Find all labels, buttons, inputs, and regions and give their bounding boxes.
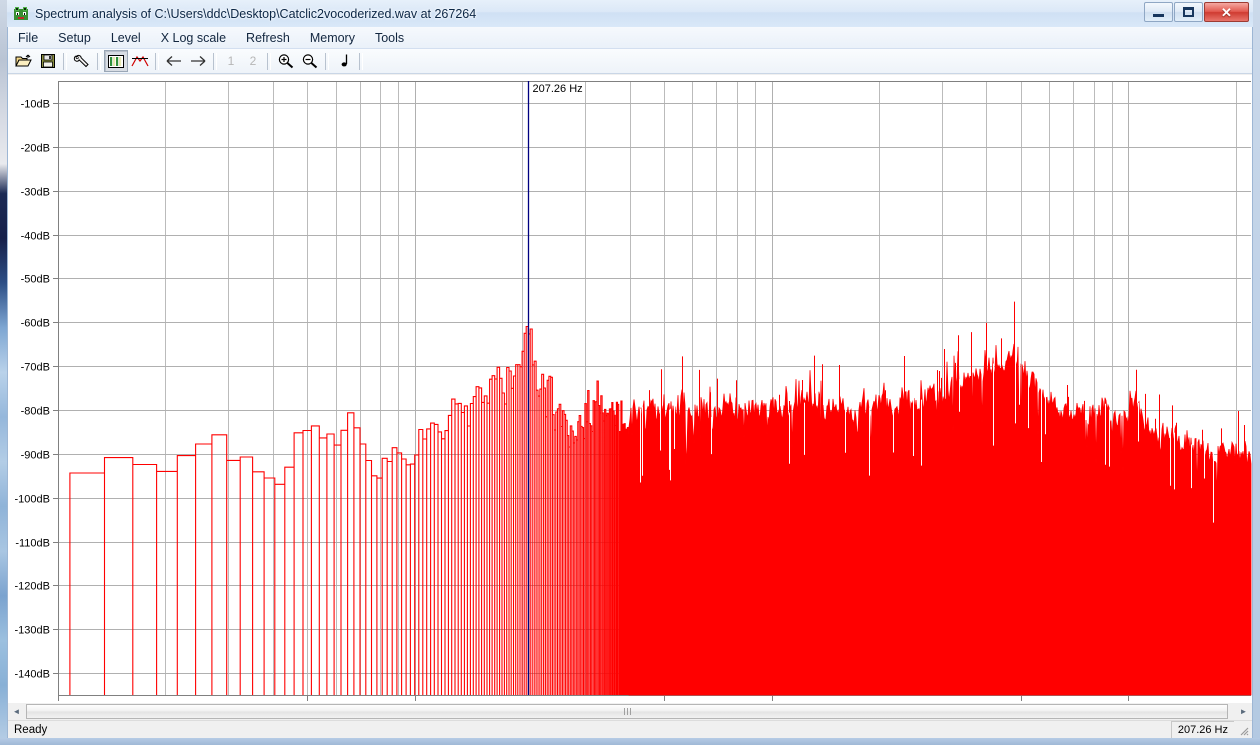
settings-wrench-icon (73, 53, 91, 69)
close-button[interactable]: ✕ (1204, 2, 1249, 22)
play-tone-button[interactable] (332, 50, 356, 72)
horizontal-scrollbar[interactable]: ◄ ► (8, 703, 1252, 720)
memory-slot-2-button[interactable]: 2 (242, 54, 264, 68)
menu-item-level[interactable]: Level (102, 29, 150, 47)
toolbar-separator (325, 53, 329, 70)
menu-item-refresh[interactable]: Refresh (237, 29, 299, 47)
svg-text:-50dB: -50dB (21, 274, 50, 286)
window-title: Spectrum analysis of C:\Users\ddc\Deskto… (35, 7, 476, 21)
nav-back-button[interactable] (162, 50, 186, 72)
window-frame-bottom (0, 738, 1260, 745)
minimize-icon (1153, 14, 1164, 17)
svg-text:-130dB: -130dB (15, 625, 50, 637)
nav-back-icon (164, 54, 184, 68)
nav-forward-button[interactable] (186, 50, 210, 72)
cursor-frequency-label: 207.26 Hz (533, 83, 583, 95)
svg-text:-20dB: -20dB (21, 143, 50, 155)
menu-item-memory[interactable]: Memory (301, 29, 364, 47)
memory-slot-1-button[interactable]: 1 (220, 54, 242, 68)
save-file-icon (40, 53, 56, 69)
svg-text:-40dB: -40dB (21, 231, 50, 243)
svg-text:-100dB: -100dB (15, 494, 50, 506)
client-area: File Setup Level X Log scale Refresh Mem… (7, 27, 1253, 738)
svg-text:-140dB: -140dB (15, 669, 50, 681)
zoom-in-icon (277, 53, 295, 69)
menu-item-file[interactable]: File (9, 29, 47, 47)
spectrum-plot-area[interactable]: -10dB -20dB -30dB -40dB -50dB -60dB -70dB -80dB… (8, 75, 1252, 727)
toolbar-separator (267, 53, 271, 70)
menu-item-x-log-scale[interactable]: X Log scale (152, 29, 235, 47)
settings-button[interactable] (70, 50, 94, 72)
zoom-out-button[interactable] (298, 50, 322, 72)
play-tone-note-icon (338, 53, 350, 69)
frog-app-icon[interactable] (13, 6, 29, 22)
status-frequency-readout: 207.26 Hz (1171, 721, 1234, 738)
window-controls: ✕ (1144, 2, 1249, 22)
spectrogram-view-icon (108, 55, 124, 68)
spectrum-curve-icon (131, 54, 149, 68)
application-window: Spectrum analysis of C:\Users\ddc\Deskto… (0, 0, 1260, 745)
nav-forward-icon (188, 54, 208, 68)
scroll-right-button[interactable]: ► (1235, 703, 1252, 720)
window-frame-right (1253, 0, 1260, 745)
svg-text:-110dB: -110dB (15, 538, 50, 550)
zoom-out-icon (301, 53, 319, 69)
status-bar: Ready 207.26 Hz (8, 720, 1252, 738)
zoom-in-button[interactable] (274, 50, 298, 72)
toolbar: 1 2 (8, 49, 1252, 74)
toolbar-separator (155, 53, 159, 70)
toolbar-separator (63, 53, 67, 70)
svg-text:-80dB: -80dB (21, 406, 50, 418)
maximize-button[interactable] (1174, 2, 1203, 22)
menu-item-setup[interactable]: Setup (49, 29, 100, 47)
svg-text:-90dB: -90dB (21, 450, 50, 462)
grip-line (627, 708, 628, 715)
svg-text:-30dB: -30dB (21, 187, 50, 199)
grip-line (630, 708, 631, 715)
title-bar[interactable]: Spectrum analysis of C:\Users\ddc\Deskto… (7, 0, 1253, 27)
scrollbar-thumb[interactable] (26, 704, 1228, 719)
spectrogram-view-button[interactable] (104, 50, 128, 72)
svg-text:-70dB: -70dB (21, 362, 50, 374)
svg-text:-60dB: -60dB (21, 318, 50, 330)
grip-line (624, 708, 625, 715)
window-frame-left (0, 0, 7, 745)
open-file-icon (15, 53, 33, 69)
open-file-button[interactable] (12, 50, 36, 72)
toolbar-separator (213, 53, 217, 70)
svg-text:-10dB: -10dB (21, 99, 50, 111)
close-icon: ✕ (1221, 6, 1232, 19)
menu-bar: File Setup Level X Log scale Refresh Mem… (8, 27, 1252, 49)
save-file-button[interactable] (36, 50, 60, 72)
svg-text:-120dB: -120dB (15, 581, 50, 593)
spectrum-curve-button[interactable] (128, 50, 152, 72)
status-message: Ready (8, 724, 1171, 736)
resize-grip[interactable] (1236, 723, 1250, 737)
toolbar-separator (97, 53, 101, 70)
toolbar-separator (359, 53, 363, 70)
minimize-button[interactable] (1144, 2, 1173, 22)
scroll-left-button[interactable]: ◄ (8, 703, 25, 720)
maximize-icon (1183, 7, 1194, 17)
spectrum-chart[interactable]: -10dB -20dB -30dB -40dB -50dB -60dB -70dB -80dB… (8, 75, 1252, 727)
scrollbar-track[interactable] (25, 703, 1235, 720)
menu-item-tools[interactable]: Tools (366, 29, 413, 47)
